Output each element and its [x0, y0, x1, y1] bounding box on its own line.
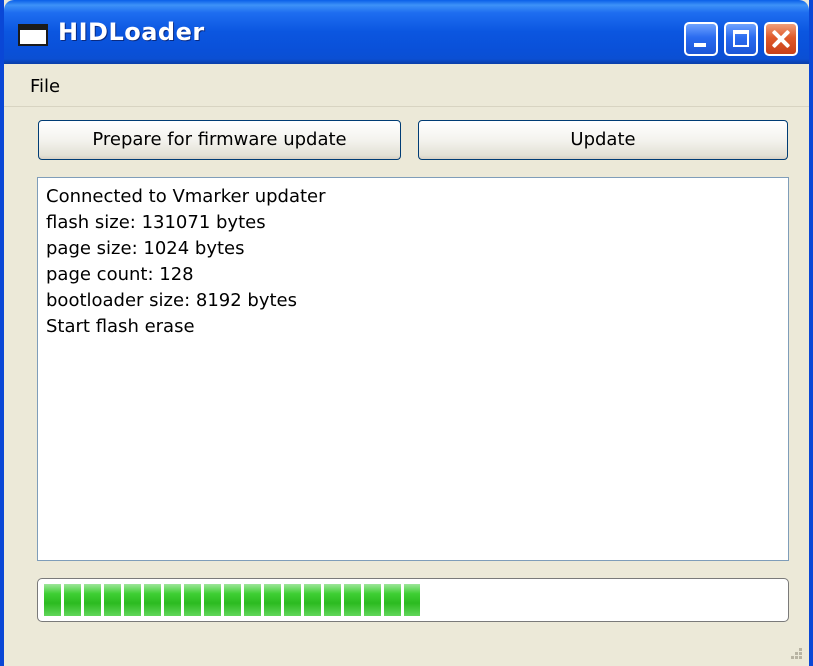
log-line: page size: 1024 bytes [46, 238, 245, 259]
window-app-icon [18, 24, 48, 46]
prepare-firmware-update-button[interactable]: Prepare for firmware update [38, 120, 401, 160]
maximize-icon [733, 30, 749, 47]
update-button[interactable]: Update [418, 120, 788, 160]
log-output-box[interactable]: Connected to Vmarker updater flash size:… [37, 177, 789, 561]
menu-file[interactable]: File [30, 76, 60, 97]
close-button[interactable] [764, 22, 798, 56]
close-icon [766, 24, 796, 54]
menu-bar: File [4, 64, 809, 107]
progress-track [44, 584, 782, 616]
progress-bar [37, 578, 789, 622]
minimize-icon [694, 43, 706, 47]
log-line: Start flash erase [46, 316, 195, 337]
app-window: HIDLoader File Prepare for firmware upda… [0, 0, 813, 666]
minimize-button[interactable] [684, 22, 718, 56]
log-line: bootloader size: 8192 bytes [46, 290, 297, 311]
log-line: flash size: 131071 bytes [46, 212, 266, 233]
window-title: HIDLoader [58, 18, 205, 46]
resize-grip-icon[interactable] [787, 644, 803, 660]
progress-fill [44, 584, 421, 616]
log-line: Connected to Vmarker updater [46, 186, 326, 207]
log-line: page count: 128 [46, 264, 194, 285]
title-bar[interactable]: HIDLoader [4, 0, 809, 64]
maximize-button[interactable] [724, 22, 758, 56]
